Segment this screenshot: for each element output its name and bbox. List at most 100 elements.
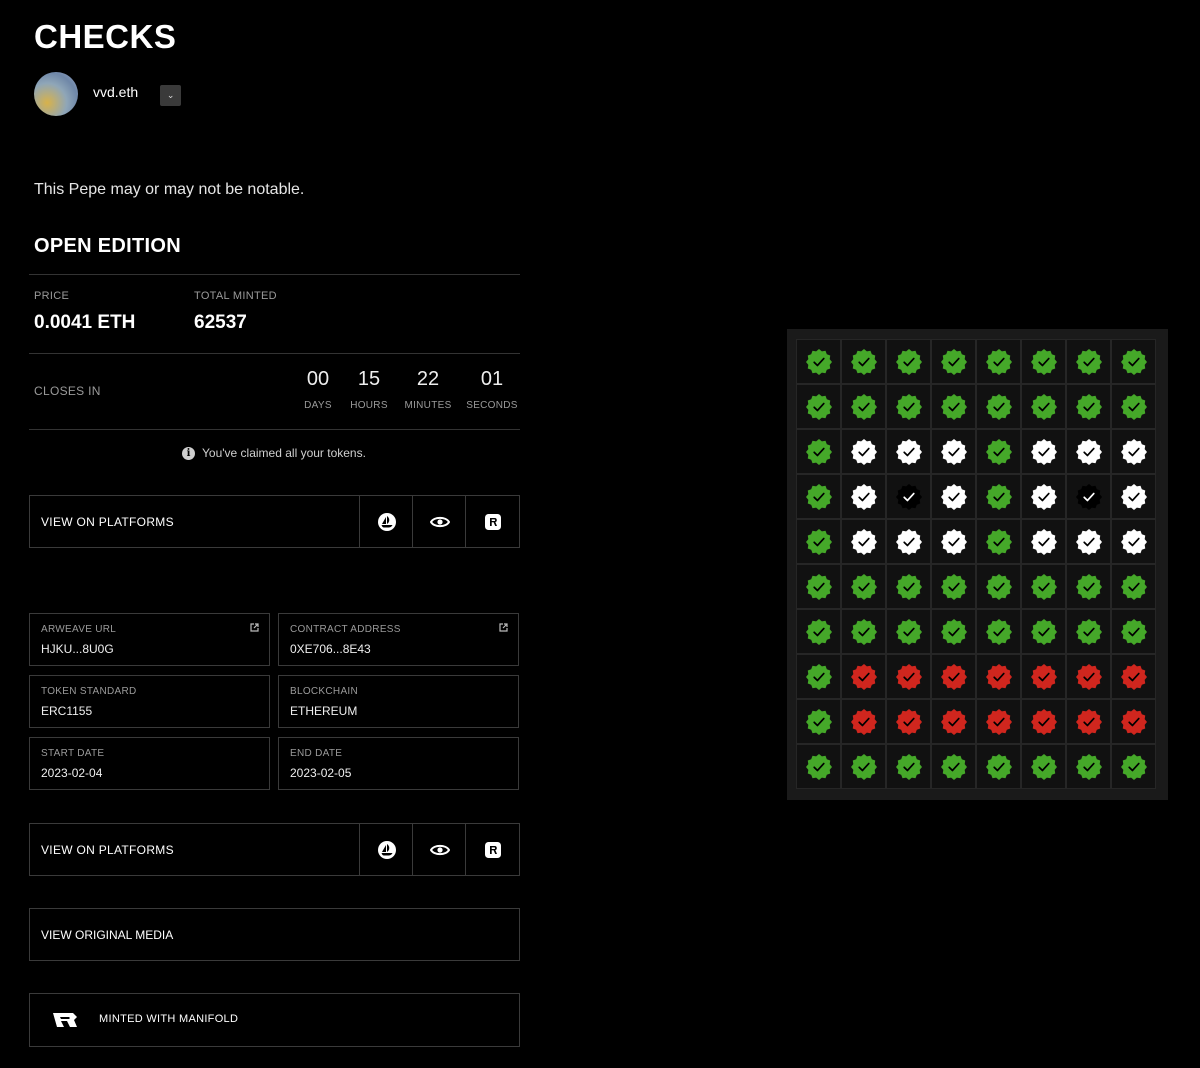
check-badge-icon — [1030, 573, 1057, 600]
check-badge-icon — [895, 663, 922, 690]
check-badge-icon — [1120, 753, 1147, 780]
check-cell — [886, 384, 931, 429]
check-badge-icon — [985, 708, 1012, 735]
check-badge-icon — [1030, 438, 1057, 465]
check-badge-icon — [940, 573, 967, 600]
check-cell — [1021, 519, 1066, 564]
minted-with-manifold-label: MINTED WITH MANIFOLD — [99, 1013, 239, 1025]
check-cell — [841, 519, 886, 564]
check-cell — [886, 654, 931, 699]
check-badge-icon — [895, 348, 922, 375]
check-badge-icon — [985, 393, 1012, 420]
creator[interactable]: vvd.eth ⌄ — [34, 72, 182, 116]
closes-label: CLOSES IN — [34, 384, 101, 398]
check-badge-icon — [805, 753, 832, 780]
claimed-notice: i You've claimed all your tokens. — [182, 446, 366, 460]
eye-button[interactable] — [412, 824, 466, 875]
check-badge-icon — [805, 528, 832, 555]
check-cell — [841, 654, 886, 699]
contract-address-value[interactable]: 0XE706...8E43 — [290, 642, 371, 656]
check-cell — [1066, 429, 1111, 474]
check-badge-icon — [1075, 708, 1102, 735]
artwork[interactable] — [787, 329, 1168, 800]
opensea-icon — [377, 840, 396, 859]
check-badge-icon — [1120, 708, 1147, 735]
countdown-unit: HOURS — [350, 400, 388, 411]
check-badge-icon — [1030, 708, 1057, 735]
minted-with-manifold-link[interactable]: MINTED WITH MANIFOLD — [29, 993, 520, 1047]
arweave-url-value[interactable]: HJKU...8U0G — [41, 642, 114, 656]
check-cell — [931, 654, 976, 699]
rarible-button[interactable] — [465, 496, 519, 547]
contract-address-box[interactable]: CONTRACT ADDRESS 0XE706...8E43 — [278, 613, 519, 666]
view-on-platforms-bar: VIEW ON PLATFORMS — [29, 823, 520, 876]
blockchain-value: ETHEREUM — [290, 704, 358, 718]
check-badge-icon — [1030, 663, 1057, 690]
check-badge-icon — [895, 438, 922, 465]
check-badge-icon — [1030, 753, 1057, 780]
price-value: 0.0041 ETH — [34, 312, 136, 333]
check-badge-icon — [1030, 393, 1057, 420]
check-cell — [976, 699, 1021, 744]
check-cell — [931, 474, 976, 519]
info-icon: i — [182, 446, 195, 460]
check-cell — [1021, 654, 1066, 699]
check-cell — [1111, 744, 1156, 789]
token-standard-value: ERC1155 — [41, 704, 93, 718]
blockchain-box: BLOCKCHAIN ETHEREUM — [278, 675, 519, 728]
check-badge-icon — [805, 393, 832, 420]
avatar[interactable] — [34, 72, 78, 116]
check-badge-icon — [850, 753, 877, 780]
end-date-value: 2023-02-05 — [290, 766, 352, 780]
start-date-box: START DATE 2023-02-04 — [29, 737, 270, 790]
countdown-minutes: 22 MINUTES — [398, 368, 458, 411]
countdown-value: 15 — [357, 368, 381, 390]
check-cell — [1111, 474, 1156, 519]
check-cell — [1111, 564, 1156, 609]
check-badge-icon — [940, 618, 967, 645]
opensea-button[interactable] — [359, 496, 413, 547]
divider — [29, 429, 520, 430]
check-cell — [886, 609, 931, 654]
check-cell — [1066, 384, 1111, 429]
check-badge-icon — [1075, 573, 1102, 600]
check-cell — [886, 564, 931, 609]
page-title: CHECKS — [34, 18, 177, 55]
check-cell — [931, 699, 976, 744]
token-standard-box: TOKEN STANDARD ERC1155 — [29, 675, 270, 728]
check-badge-icon — [895, 393, 922, 420]
view-original-media-button[interactable]: VIEW ORIGINAL MEDIA — [29, 908, 520, 961]
check-cell — [931, 429, 976, 474]
divider — [29, 353, 520, 354]
rarible-button[interactable] — [465, 824, 519, 875]
opensea-button[interactable] — [359, 824, 413, 875]
arweave-url-box[interactable]: ARWEAVE URL HJKU...8U0G — [29, 613, 270, 666]
check-cell — [886, 519, 931, 564]
blockchain-label: BLOCKCHAIN — [290, 686, 359, 697]
check-badge-icon — [895, 573, 922, 600]
check-badge-icon — [940, 438, 967, 465]
check-badge-icon — [1075, 438, 1102, 465]
creator-dropdown-button[interactable]: ⌄ — [160, 84, 182, 106]
chevron-down-icon: ⌄ — [166, 89, 175, 100]
check-cell — [931, 564, 976, 609]
check-cell — [976, 384, 1021, 429]
check-badge-icon — [985, 573, 1012, 600]
check-cell — [1066, 609, 1111, 654]
countdown-hours: 15 HOURS — [339, 368, 399, 411]
creator-name[interactable]: vvd.eth — [93, 84, 138, 100]
check-cell — [976, 519, 1021, 564]
check-cell — [841, 699, 886, 744]
external-link-icon[interactable] — [499, 623, 508, 632]
check-cell — [1021, 564, 1066, 609]
view-on-platforms-label: VIEW ON PLATFORMS — [41, 515, 174, 529]
check-cell — [976, 744, 1021, 789]
eye-button[interactable] — [412, 496, 466, 547]
check-badge-icon — [850, 573, 877, 600]
check-cell — [841, 609, 886, 654]
check-cell — [1111, 654, 1156, 699]
external-link-icon[interactable] — [250, 623, 259, 632]
check-badge-icon — [1075, 483, 1102, 510]
countdown-unit: SECONDS — [466, 400, 518, 411]
check-badge-icon — [940, 528, 967, 555]
